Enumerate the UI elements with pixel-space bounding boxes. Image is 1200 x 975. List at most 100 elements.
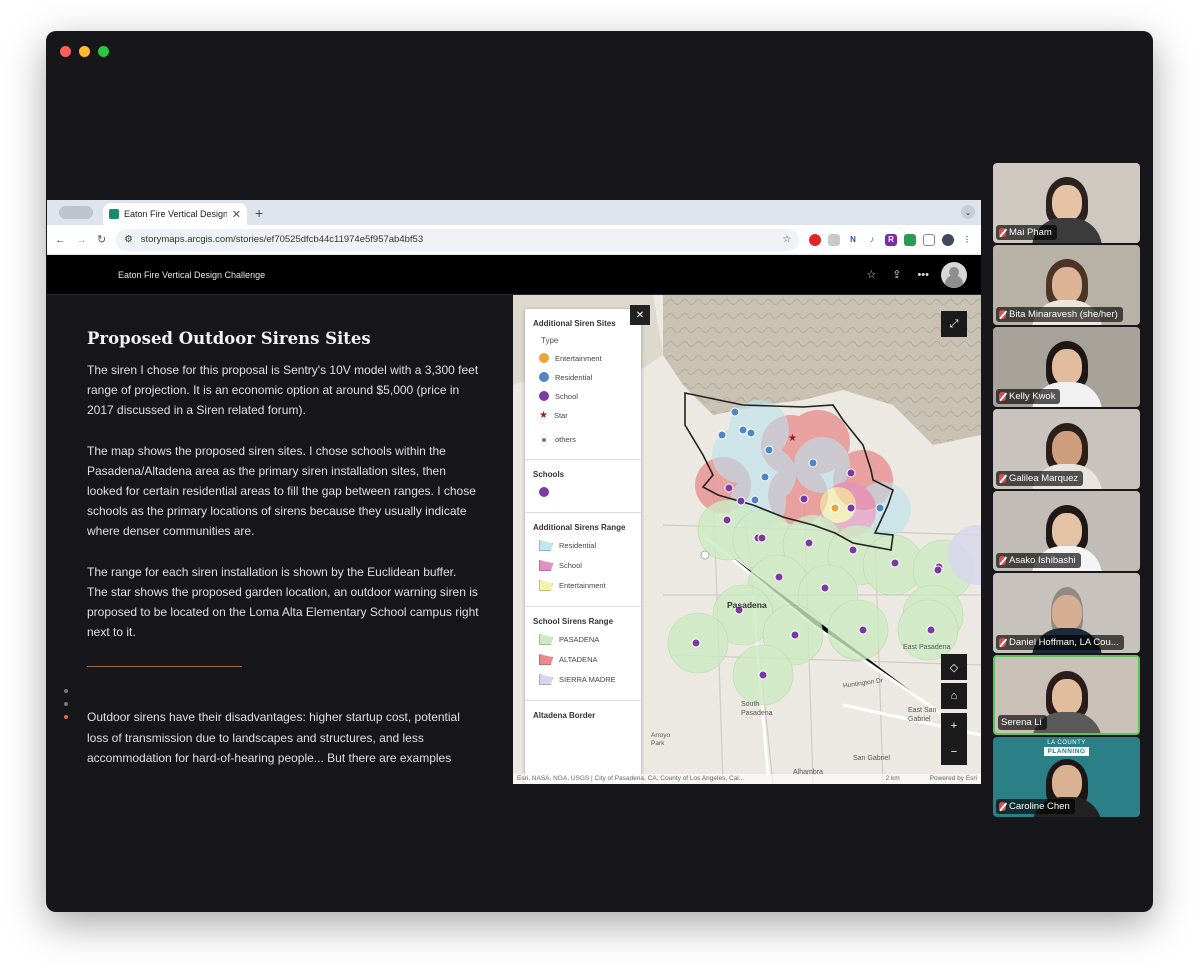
paragraph: The map shows the proposed siren sites. … (87, 443, 476, 539)
legend-label: Entertainment (555, 353, 602, 363)
close-tab-icon[interactable]: ✕ (232, 208, 241, 221)
legend-title: Additional Siren Sites (533, 319, 616, 328)
map-label: South Pasadena (741, 701, 773, 717)
participant-tile[interactable]: Asako Ishibashi (993, 491, 1140, 571)
range-swatch (539, 654, 553, 665)
profile-icon[interactable] (942, 233, 954, 246)
legend-item: ★ Star (539, 410, 633, 421)
new-tab-icon[interactable]: + (255, 205, 263, 221)
section-nav-dots[interactable] (64, 689, 68, 719)
browser-tab[interactable]: Eaton Fire Vertical Design Ch ✕ (103, 203, 247, 225)
meeting-window: Eaton Fire Vertical Design Ch ✕ + ⌄ ← → … (46, 31, 1153, 912)
participant-tile-active-speaker[interactable]: Serena Li (993, 655, 1140, 735)
legend-item: Entertainment (539, 580, 633, 591)
participant-name: Daniel Hoffman, LA Cou... (996, 635, 1124, 650)
maximize-window-button[interactable] (98, 46, 109, 57)
minimize-window-button[interactable] (79, 46, 90, 57)
entertainment-icon (539, 353, 549, 363)
participant-tile[interactable]: Kelly Kwok (993, 327, 1140, 407)
legend-item: Residential (539, 372, 633, 382)
powered-by-esri[interactable]: Powered by Esri (930, 775, 977, 783)
nav-dot[interactable] (64, 689, 68, 693)
residential-icon (539, 372, 549, 382)
zoom-in-button[interactable]: + (941, 713, 967, 739)
section-heading: Proposed Outdoor Sirens Sites (87, 329, 371, 348)
section-divider (87, 666, 242, 668)
address-bar[interactable]: ⚙ storymaps.arcgis.com/stories/ef70525df… (116, 228, 799, 251)
range-swatch (539, 674, 553, 685)
muted-mic-icon (999, 310, 1006, 319)
map-label: East Pasadena (903, 644, 951, 651)
browser-menu-icon[interactable]: ⋮ (961, 233, 973, 246)
reload-icon[interactable]: ↻ (97, 233, 106, 246)
extension-icon[interactable] (828, 233, 840, 246)
site-info-icon[interactable]: ⚙ (124, 234, 133, 245)
tab-group-pill[interactable] (59, 206, 93, 219)
tab-title: Eaton Fire Vertical Design Ch (124, 209, 227, 219)
muted-mic-icon (999, 392, 1006, 401)
map-label: Arroyo Park (651, 732, 671, 747)
participant-name-text: Caroline Chen (1009, 801, 1070, 812)
share-icon[interactable]: ⇪ (892, 268, 901, 281)
nav-dot[interactable] (64, 702, 68, 706)
star-icon: ★ (539, 410, 548, 421)
map-legend: Additional Siren Sites Type Entertainmen… (525, 309, 641, 784)
bookmark-star-icon[interactable]: ☆ (782, 234, 791, 245)
paragraph: The siren I chose for this proposal is S… (87, 363, 479, 418)
green-extension-icon[interactable] (904, 233, 916, 246)
participant-tile[interactable]: Bita Minaravesh (she/her) (993, 245, 1140, 325)
participant-tile[interactable]: Daniel Hoffman, LA Cou... (993, 573, 1140, 653)
r-extension-icon[interactable]: R (885, 233, 897, 246)
puzzle-extension-icon[interactable] (923, 233, 935, 246)
back-icon[interactable]: ← (55, 234, 66, 246)
storymap-header: Eaton Fire Vertical Design Challenge ☆ ⇪… (47, 255, 981, 295)
browser-tab-bar: Eaton Fire Vertical Design Ch ✕ + ⌄ (47, 200, 981, 225)
fullscreen-icon[interactable]: ⤢ (941, 311, 967, 337)
zoom-out-button[interactable]: − (941, 739, 967, 765)
legend-section: Schools (525, 460, 641, 513)
attribution-text: Esri, NASA, NGA, USGS | City of Pasadena… (517, 775, 745, 782)
legend-label: Star (553, 411, 568, 420)
home-icon[interactable]: ⌂ (941, 683, 967, 709)
legend-title: Additional Sirens Range (533, 523, 626, 532)
close-legend-icon[interactable]: ✕ (630, 305, 650, 325)
legend-title: Schools (533, 470, 565, 479)
participant-name-text: Galilea Marquez (1009, 473, 1079, 484)
garden-star-icon: ★ (788, 433, 797, 444)
locate-icon[interactable]: ◇ (941, 654, 967, 680)
forward-icon[interactable]: → (76, 234, 87, 246)
user-avatar[interactable] (941, 261, 967, 288)
map-attribution: Esri, NASA, NGA, USGS | City of Pasadena… (513, 774, 981, 784)
legend-label: others (555, 435, 576, 444)
n-extension-icon[interactable]: N (847, 233, 859, 246)
legend-title: School Sirens Range (533, 617, 614, 626)
legend-label: SIERRA MADRE (559, 675, 616, 684)
legend-label: Residential (555, 372, 593, 382)
participant-name: Kelly Kwok (996, 389, 1061, 404)
muted-mic-icon (999, 228, 1006, 237)
browser-toolbar: ← → ↻ ⚙ storymaps.arcgis.com/stories/ef7… (47, 225, 981, 255)
legend-item: others (539, 435, 633, 444)
mic-extension-icon[interactable]: ♪ (866, 233, 878, 246)
muted-mic-icon (999, 802, 1006, 811)
participant-name-text: Asako Ishibashi (1009, 555, 1076, 566)
scale-bar: 2 km (885, 775, 900, 782)
participant-tile[interactable]: LA COUNTY PLANNING Caroline Chen (993, 737, 1140, 817)
favorite-star-icon[interactable]: ☆ (866, 268, 876, 281)
story-title: Eaton Fire Vertical Design Challenge (118, 269, 266, 280)
map-view[interactable]: ★ Pasadena East Pasadena South Pasadena … (513, 295, 981, 784)
participant-tile[interactable]: Mai Pham (993, 163, 1140, 243)
more-options-icon[interactable]: ••• (917, 269, 929, 281)
participant-tile[interactable]: Galilea Marquez (993, 409, 1140, 489)
close-window-button[interactable] (60, 46, 71, 57)
legend-item: School (539, 560, 633, 571)
nav-dot-active[interactable] (64, 715, 68, 719)
participant-name: Serena Li (998, 715, 1047, 730)
legend-title: Altadena Border (533, 711, 596, 720)
tab-search-icon[interactable]: ⌄ (961, 205, 975, 219)
legend-section: Additional Siren Sites Type Entertainmen… (525, 309, 641, 460)
participant-name-text: Mai Pham (1009, 227, 1052, 238)
opera-extension-icon[interactable] (809, 233, 821, 246)
legend-label: ALTADENA (559, 655, 598, 664)
story-panel: Proposed Outdoor Sirens Sites The siren … (47, 295, 513, 784)
